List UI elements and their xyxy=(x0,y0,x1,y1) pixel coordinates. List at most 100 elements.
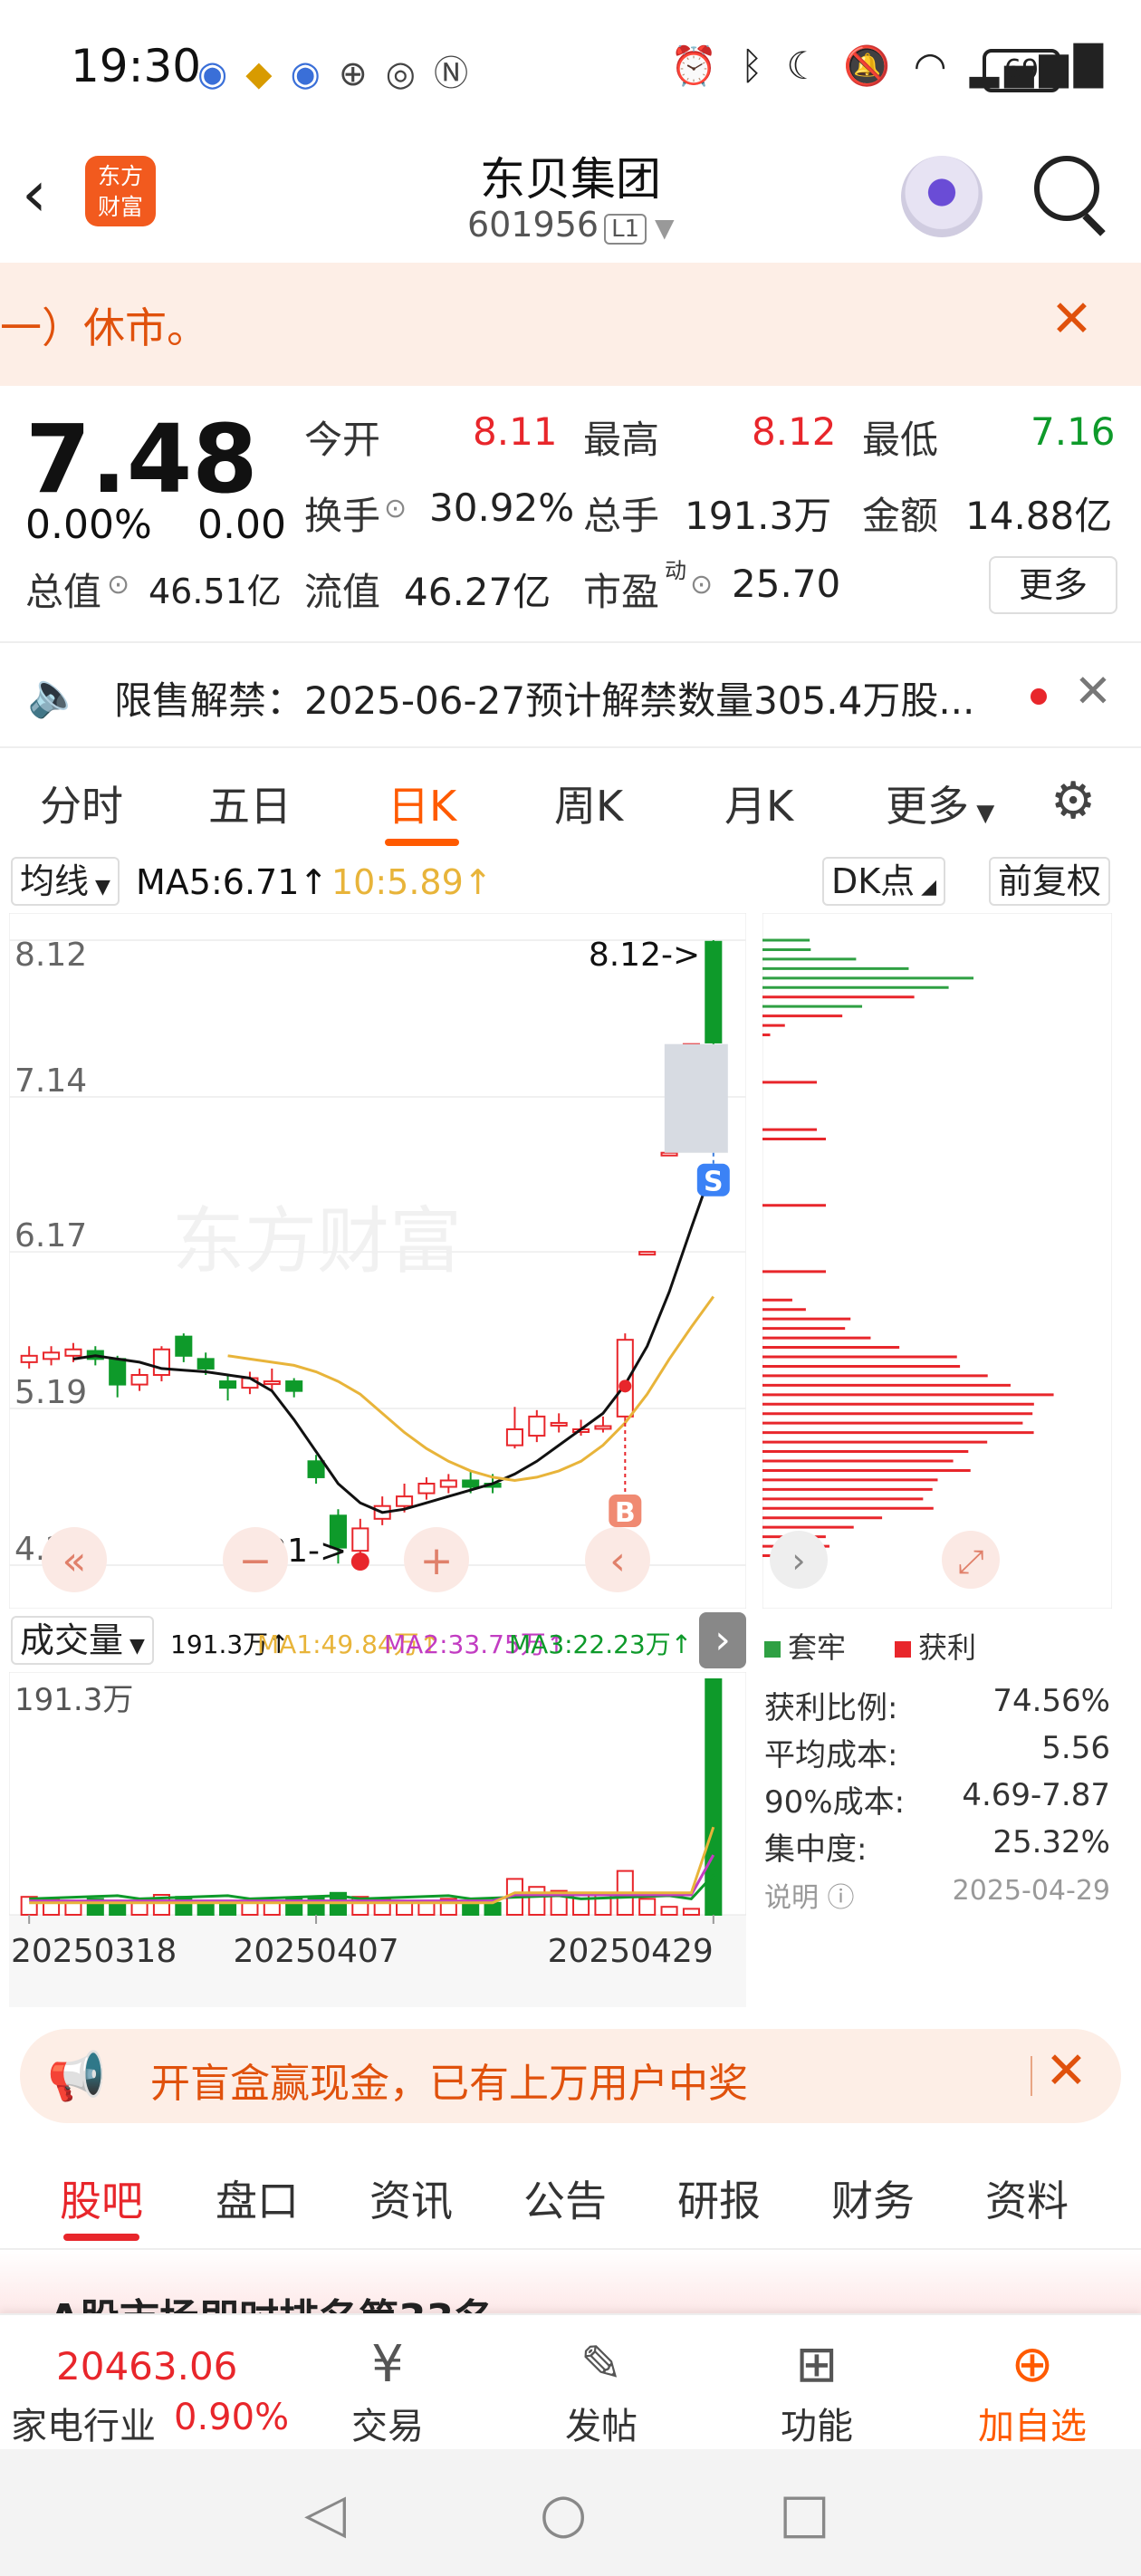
unread-dot xyxy=(1031,688,1047,705)
ma-select[interactable]: 均线 ▼ xyxy=(11,857,120,906)
notification-icons: ◉ ◆ ◉ ⊕ ◎ Ⓝ xyxy=(197,45,472,95)
caret-down-icon: ▼ xyxy=(969,800,995,827)
tab-research[interactable]: 研报 xyxy=(677,2168,761,2228)
open-value: 8.11 xyxy=(473,409,558,454)
lockup-notice[interactable]: 🔈 限售解禁：2025-06-27预计解禁数量305.4万股... ✕ xyxy=(0,641,1141,748)
high-marker: 8.12-> xyxy=(589,937,700,974)
alarm-icon: ⏰ xyxy=(670,43,724,88)
pe-superscript: 动 xyxy=(665,558,686,583)
index-value[interactable]: 20463.06 xyxy=(56,2344,237,2389)
bluetooth-icon: ᛒ xyxy=(740,43,769,88)
chevron-right-icon[interactable]: › xyxy=(699,1612,746,1668)
candle-body xyxy=(528,1415,546,1437)
stat-value: 5.56 xyxy=(1041,1730,1110,1766)
kline-tabs: 分时 五日 日K 周K 月K 更多 ▼ ⚙ xyxy=(0,746,1141,851)
volume-chart[interactable]: 191.3万 20250318 20250407 20250429 xyxy=(9,1672,746,2007)
tab-profile[interactable]: 资料 xyxy=(985,2168,1069,2228)
post-button[interactable]: ✎ 发帖 xyxy=(529,2333,674,2449)
nav-home-icon[interactable]: ○ xyxy=(540,2482,587,2545)
candle-body xyxy=(351,1527,369,1552)
vol-ma3: MA3:22.23万↑ xyxy=(509,1629,693,1659)
candle-body xyxy=(417,1483,436,1495)
volume-header-row: 成交量 ▼ 191.3万↑ MA1:49.84万↑ MA2:33.75万↑ MA… xyxy=(0,1612,761,1668)
tab-intraday[interactable]: 分时 xyxy=(40,774,123,833)
chip-distribution-chart[interactable]: › ⤢ xyxy=(762,913,1112,1609)
chip-date: 2025-04-29 xyxy=(952,1875,1110,1907)
adjust-button[interactable]: 前复权 xyxy=(989,857,1111,906)
indicator-select[interactable]: 成交量 ▼ xyxy=(11,1616,154,1665)
yen-icon: ¥ xyxy=(371,2335,404,2394)
index-change: 0.90% xyxy=(174,2397,290,2438)
stock-code[interactable]: 601956 L1 ▼ xyxy=(467,205,675,245)
tab-daily-k[interactable]: 日K xyxy=(388,774,456,833)
battery-indicator: 69 xyxy=(983,49,1060,92)
level-badge: L1 xyxy=(604,214,647,245)
info-icon[interactable]: ⊙ xyxy=(107,569,129,601)
pe-label: 市盈 xyxy=(583,570,660,614)
candle-body xyxy=(505,1428,523,1447)
more-button[interactable]: 更多 xyxy=(989,556,1117,614)
change-amount: 0.00 xyxy=(197,502,286,548)
add-watchlist-button[interactable]: ⊕ 加自选 xyxy=(960,2333,1105,2449)
pe-value: 25.70 xyxy=(732,562,841,606)
candle-body xyxy=(396,1495,414,1507)
trade-button[interactable]: ¥ 交易 xyxy=(315,2333,460,2449)
volume-max-label: 191.3万 xyxy=(14,1682,133,1718)
quote-panel: 7.48 0.00% 0.00 今开 8.11 最高 8.12 最低 7.16 … xyxy=(0,386,1141,639)
corner-icon: ◢ xyxy=(915,876,937,899)
tab-orderbook[interactable]: 盘口 xyxy=(216,2168,299,2228)
tab-more[interactable]: 更多 ▼ xyxy=(886,774,994,833)
explain-link[interactable]: 说明 ⓘ xyxy=(764,1875,855,1915)
index-name[interactable]: 家电行业 xyxy=(11,2397,156,2449)
dk-point-button[interactable]: DK点 ◢ xyxy=(822,857,946,906)
legend-profit-label: 获利 xyxy=(918,1630,977,1665)
plus-icon: + xyxy=(420,1538,454,1584)
close-icon[interactable]: ✕ xyxy=(1074,665,1112,717)
candle-body xyxy=(638,1251,657,1256)
volume-bar xyxy=(638,1898,657,1916)
nav-recents-icon[interactable]: □ xyxy=(779,2482,830,2545)
tab-news[interactable]: 资讯 xyxy=(369,2168,453,2228)
stat-label: 平均成本: xyxy=(764,1737,898,1773)
mktcap-label: 总值 xyxy=(25,570,102,614)
candle-body xyxy=(64,1348,82,1357)
info-icon[interactable]: ⊙ xyxy=(690,569,713,601)
volume-value: 191.3万 xyxy=(685,494,832,538)
volume-label: 总手 xyxy=(583,494,660,538)
candle-body xyxy=(550,1421,568,1427)
ranking-peek[interactable]: A股市场即时排名第33名 xyxy=(0,2250,1141,2313)
functions-button[interactable]: ⊞ 功能 xyxy=(744,2333,889,2449)
close-icon[interactable]: ✕ xyxy=(1045,2042,1088,2100)
info-icon[interactable]: ⊙ xyxy=(384,493,407,524)
close-icon[interactable]: ✕ xyxy=(1050,290,1093,349)
functions-label: 功能 xyxy=(781,2406,853,2447)
gear-icon[interactable]: ⚙ xyxy=(1050,772,1096,831)
tab-forum[interactable]: 股吧 xyxy=(60,2168,143,2228)
candle-body xyxy=(439,1479,457,1488)
volume-bar xyxy=(219,1901,237,1917)
promo-text: 开盲盒赢现金，已有上万用户中奖 xyxy=(150,2061,748,2107)
candlestick-chart[interactable]: 东方财富 8.127.146.175.194.21 8.12->4.21->SB… xyxy=(9,913,746,1609)
nav-back-icon[interactable]: ◁ xyxy=(304,2482,346,2545)
app-header: ‹ 东方 财富 东贝集团 601956 L1 ▼ xyxy=(0,136,1141,263)
add-label: 加自选 xyxy=(978,2406,1087,2447)
candle-body xyxy=(594,1425,612,1430)
signal-label: B xyxy=(615,1497,636,1529)
candle-body xyxy=(285,1380,303,1392)
tab-monthly-k[interactable]: 月K xyxy=(724,774,793,833)
tab-five-day[interactable]: 五日 xyxy=(208,774,292,833)
ma-select-label: 均线 xyxy=(20,861,90,901)
legend-trapped: 套牢 xyxy=(764,1625,846,1667)
candle-body xyxy=(660,1151,678,1157)
system-nav-bar: ◁ ○ □ xyxy=(0,2449,1141,2576)
plus-circle-icon: ⊕ xyxy=(1011,2335,1054,2394)
turnover-value: 30.92% xyxy=(429,485,575,530)
grid-icon: ⊞ xyxy=(795,2335,839,2394)
promo-banner[interactable]: 📢 开盲盒赢现金，已有上万用户中奖 ✕ xyxy=(20,2029,1121,2123)
search-icon[interactable] xyxy=(1034,156,1099,221)
robot-assistant-icon[interactable] xyxy=(901,156,983,237)
tab-financials[interactable]: 财务 xyxy=(831,2168,915,2228)
candle-body xyxy=(20,1354,38,1363)
tab-weekly-k[interactable]: 周K xyxy=(554,774,623,833)
tab-announcements[interactable]: 公告 xyxy=(523,2168,607,2228)
